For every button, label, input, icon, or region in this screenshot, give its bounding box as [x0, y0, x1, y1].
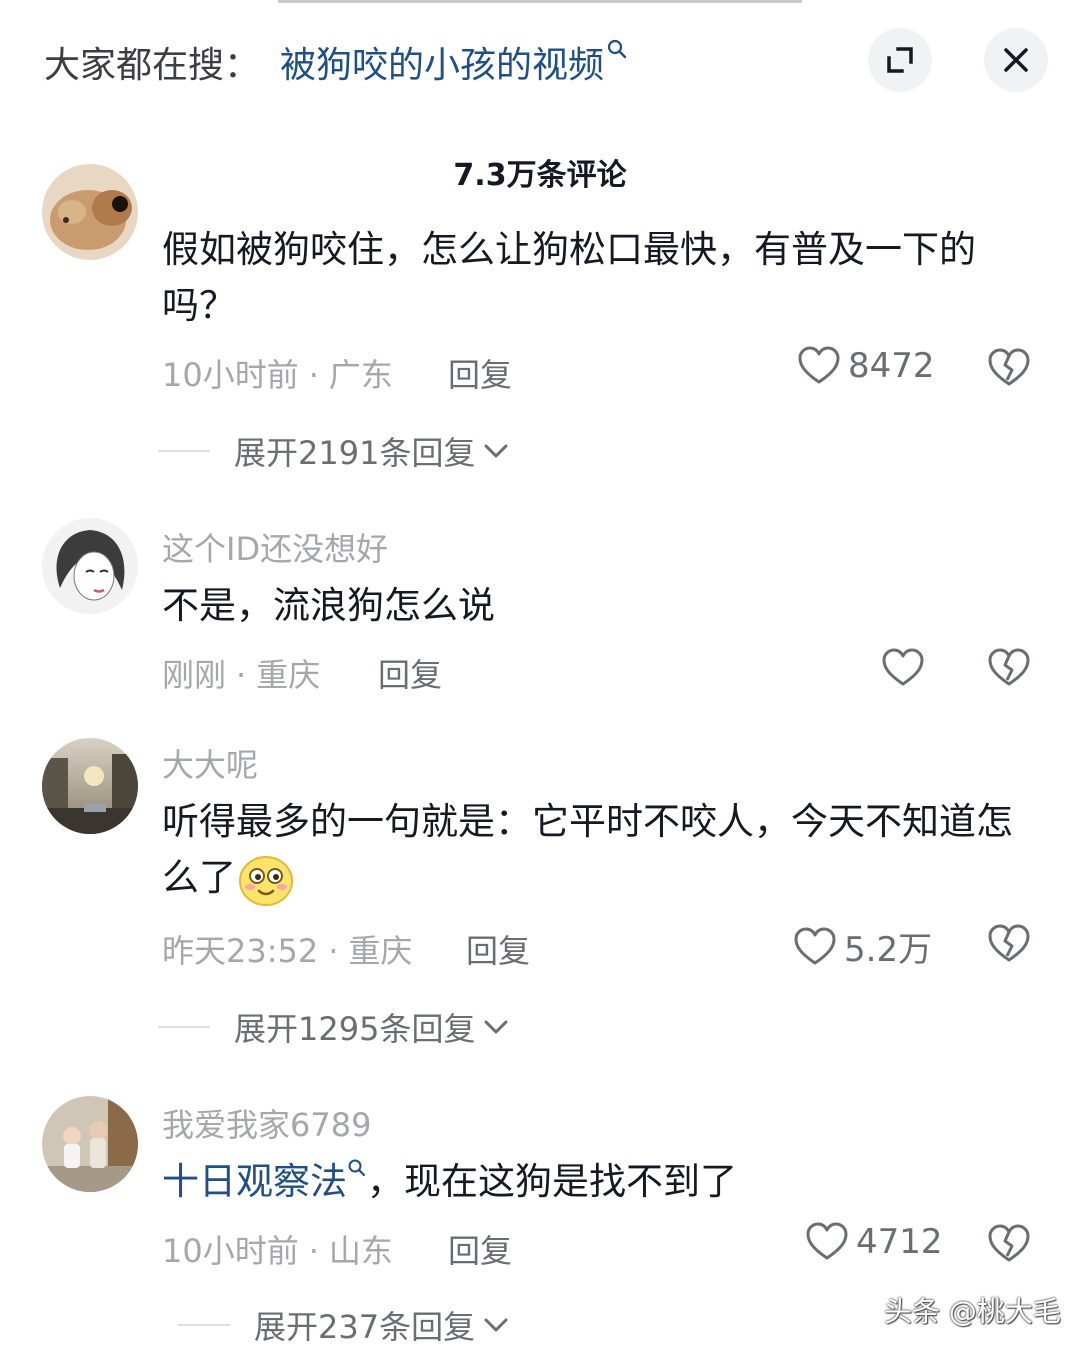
- reply-button[interactable]: 回复: [378, 650, 442, 696]
- expand-replies-button[interactable]: 展开2191条回复: [158, 428, 509, 474]
- chevron-down-icon: [484, 1318, 508, 1332]
- heart-icon: [798, 346, 840, 384]
- expand-icon: [887, 47, 913, 73]
- like-button[interactable]: 5.2万: [794, 922, 932, 971]
- dislike-button[interactable]: [988, 648, 1030, 692]
- search-prefix: 大家都在搜：: [44, 45, 261, 86]
- avatar[interactable]: [42, 738, 138, 834]
- comment-username[interactable]: 这个ID还没想好: [162, 524, 388, 570]
- dislike-button[interactable]: [988, 924, 1030, 968]
- avatar[interactable]: [42, 1096, 138, 1192]
- search-suggestion-bar: 大家都在搜： 被狗咬的小孩的视频: [0, 0, 1080, 120]
- close-icon: [1004, 48, 1028, 72]
- reply-button[interactable]: 回复: [466, 926, 530, 972]
- heart-icon: [794, 927, 836, 964]
- comment-meta: 刚刚 · 重庆: [162, 650, 320, 696]
- comment-text-body: ，现在这狗是找不到了: [367, 1160, 737, 1203]
- expand-replies-button[interactable]: 展开237条回复: [178, 1302, 509, 1347]
- like-button[interactable]: [882, 648, 932, 688]
- comment-count-title: 7.3万条评论: [453, 158, 627, 193]
- comment-meta: 10小时前 · 山东: [162, 1226, 393, 1272]
- expand-button[interactable]: [868, 28, 932, 92]
- comment-time: 10小时前: [162, 356, 299, 394]
- meta-separator: ·: [308, 1232, 319, 1270]
- search-icon: [348, 1159, 366, 1177]
- watermark: 头条 @桃大毛: [884, 1295, 1061, 1328]
- dislike-button[interactable]: [988, 348, 1030, 392]
- expand-replies-label[interactable]: 展开1295条回复: [234, 1004, 475, 1050]
- comment-time: 10小时前: [162, 1232, 299, 1270]
- dislike-button[interactable]: [988, 1224, 1030, 1268]
- expand-replies-button[interactable]: 展开1295条回复: [158, 1004, 509, 1050]
- broken-heart-icon: [988, 648, 1030, 686]
- reply-button[interactable]: 回复: [448, 1226, 512, 1272]
- like-button[interactable]: 4712: [806, 1222, 943, 1262]
- comment-meta: 10小时前 · 广东: [162, 350, 393, 396]
- comment-text: 不是，流浪狗怎么说: [162, 584, 495, 627]
- broken-heart-icon: [988, 348, 1030, 386]
- comment-location: 重庆: [348, 932, 413, 970]
- search-term-text[interactable]: 被狗咬的小孩的视频: [280, 45, 604, 86]
- broken-heart-icon: [988, 1224, 1030, 1262]
- meta-separator: ·: [308, 356, 319, 394]
- comment-time: 刚刚: [162, 656, 227, 694]
- comment-text: 听得最多的一句就是：它平时不咬人，今天不知道怎么了: [162, 794, 1032, 906]
- meta-separator: ·: [236, 656, 247, 694]
- comment-location: 山东: [328, 1232, 393, 1270]
- avatar[interactable]: [42, 164, 138, 260]
- comment-location: 广东: [328, 356, 393, 394]
- divider-line: [158, 450, 210, 452]
- like-count: 5.2万: [844, 930, 933, 970]
- comment-location: 重庆: [256, 656, 321, 694]
- heart-icon: [882, 648, 924, 686]
- avatar[interactable]: [42, 518, 138, 614]
- reply-button[interactable]: 回复: [448, 350, 512, 396]
- close-button[interactable]: [984, 28, 1048, 92]
- comment-username[interactable]: 我爱我家6789: [162, 1100, 371, 1146]
- chevron-down-icon: [484, 1020, 508, 1034]
- comment-text: 假如被狗咬住，怎么让狗松口最快，有普及一下的吗？: [162, 228, 976, 327]
- topic-search-text[interactable]: 十日观察法: [162, 1160, 347, 1203]
- divider-line: [178, 1324, 230, 1326]
- like-button[interactable]: 8472: [798, 346, 935, 386]
- broken-heart-icon: [988, 924, 1030, 962]
- like-count: 8472: [848, 346, 935, 386]
- topic-search-link[interactable]: 十日观察法: [162, 1159, 367, 1203]
- comment-username[interactable]: 大大呢: [162, 740, 258, 786]
- expand-replies-label[interactable]: 展开237条回复: [254, 1302, 475, 1347]
- like-count: 4712: [856, 1222, 943, 1262]
- divider-line: [158, 1026, 210, 1028]
- smiling-face-emoji-icon: [239, 855, 293, 906]
- search-suggestion-link[interactable]: 被狗咬的小孩的视频: [280, 36, 628, 88]
- comment-text: 十日观察法 ，现在这狗是找不到了: [162, 1154, 1032, 1210]
- comment-time: 昨天23:52: [162, 932, 319, 970]
- comment-meta: 昨天23:52 · 重庆: [162, 926, 412, 972]
- expand-replies-label[interactable]: 展开2191条回复: [234, 428, 475, 474]
- chevron-down-icon: [484, 444, 508, 458]
- search-icon: [607, 39, 627, 59]
- meta-separator: ·: [328, 932, 339, 970]
- heart-icon: [806, 1222, 848, 1260]
